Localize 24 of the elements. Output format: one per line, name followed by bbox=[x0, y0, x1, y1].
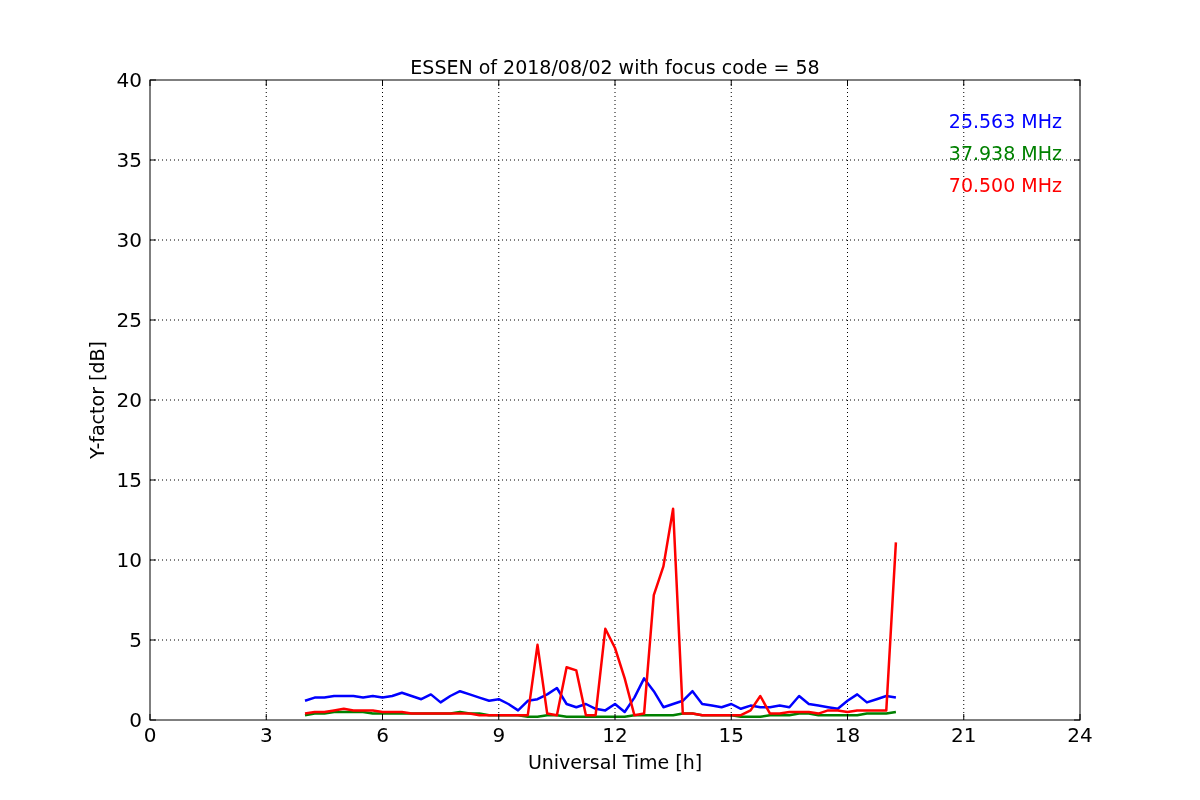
chart-title: ESSEN of 2018/08/02 with focus code = 58 bbox=[410, 56, 820, 78]
tick-label: 5 bbox=[129, 628, 142, 652]
tick-label: 35 bbox=[116, 148, 142, 172]
tick-label: 15 bbox=[718, 723, 744, 747]
tick-label: 9 bbox=[492, 723, 506, 747]
tick-label: 6 bbox=[376, 723, 389, 747]
tick-label: 18 bbox=[834, 723, 861, 747]
legend-label: 70.500 MHz bbox=[948, 174, 1062, 196]
tick-label: 30 bbox=[116, 228, 142, 252]
tick-label: 10 bbox=[116, 548, 142, 572]
tick-label: 25 bbox=[116, 308, 142, 332]
tick-label: 20 bbox=[116, 388, 142, 412]
tick-label: 12 bbox=[602, 723, 628, 747]
legend-label: 25.563 MHz bbox=[948, 110, 1062, 132]
tick-label: 21 bbox=[951, 723, 977, 747]
y-axis-label: Y-factor [dB] bbox=[86, 341, 108, 459]
tick-label: 0 bbox=[129, 708, 142, 732]
x-axis-label: Universal Time [h] bbox=[527, 751, 703, 773]
tick-label: 3 bbox=[259, 723, 273, 747]
tick-label: 15 bbox=[116, 468, 142, 492]
tick-label: 24 bbox=[1067, 723, 1093, 747]
tick-label: 40 bbox=[116, 68, 142, 92]
tick-label: 0 bbox=[143, 723, 157, 747]
legend-label: 37.938 MHz bbox=[948, 142, 1062, 164]
